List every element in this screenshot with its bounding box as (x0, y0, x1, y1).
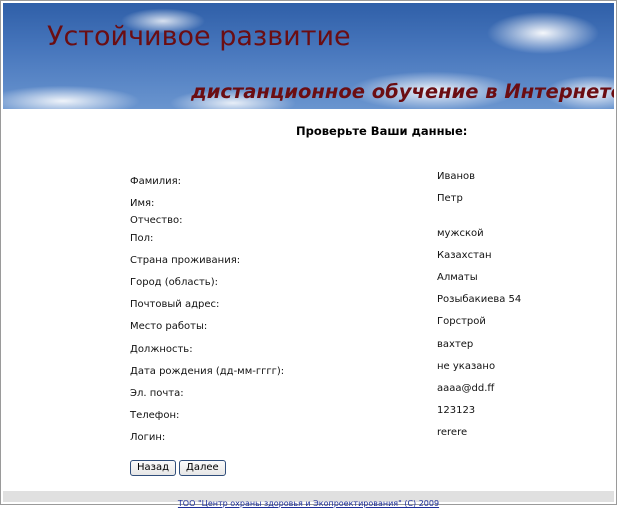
value-surname: Иванов (437, 171, 476, 182)
label-login: Логин: (130, 432, 166, 443)
label-patronymic: Отчество: (130, 215, 183, 226)
label-phone: Телефон: (130, 410, 180, 421)
value-gender: мужской (437, 228, 484, 239)
value-email: aaaa@dd.ff (437, 383, 495, 394)
label-gender: Пол: (130, 233, 154, 244)
header-banner: Устойчивое развитие дистанционное обучен… (3, 3, 614, 109)
label-surname: Фамилия: (130, 176, 182, 187)
value-country: Казахстан (437, 250, 492, 261)
label-city: Город (область): (130, 277, 218, 288)
value-postal-address: Розыбакиева 54 (437, 294, 522, 305)
footer: ТОО "Центр охраны здоровья и Экопроектир… (3, 491, 614, 508)
label-workplace: Место работы: (130, 321, 208, 332)
site-subtitle: дистанционное обучение в Интернете (191, 80, 614, 103)
label-postal-address: Почтовый адрес: (130, 299, 220, 310)
label-birth-date: Дата рождения (дд-мм-гггг): (130, 366, 285, 377)
value-birth-date: не указано (437, 361, 496, 372)
form-heading: Проверьте Ваши данные: (296, 124, 468, 138)
value-name: Петр (437, 193, 463, 204)
value-login: rerere (437, 427, 468, 438)
back-button[interactable]: Назад (130, 460, 177, 476)
footer-copyright-link[interactable]: ТОО "Центр охраны здоровья и Экопроектир… (178, 499, 439, 508)
value-workplace: Горстрой (437, 316, 486, 327)
next-button[interactable]: Далее (179, 460, 226, 476)
value-phone: 123123 (437, 405, 476, 416)
value-position: вахтер (437, 339, 474, 350)
value-city: Алматы (437, 272, 478, 283)
label-country: Страна проживания: (130, 255, 241, 266)
label-email: Эл. почта: (130, 388, 184, 399)
site-title: Устойчивое развитие (47, 21, 351, 52)
label-position: Должность: (130, 344, 193, 355)
label-name: Имя: (130, 198, 155, 209)
